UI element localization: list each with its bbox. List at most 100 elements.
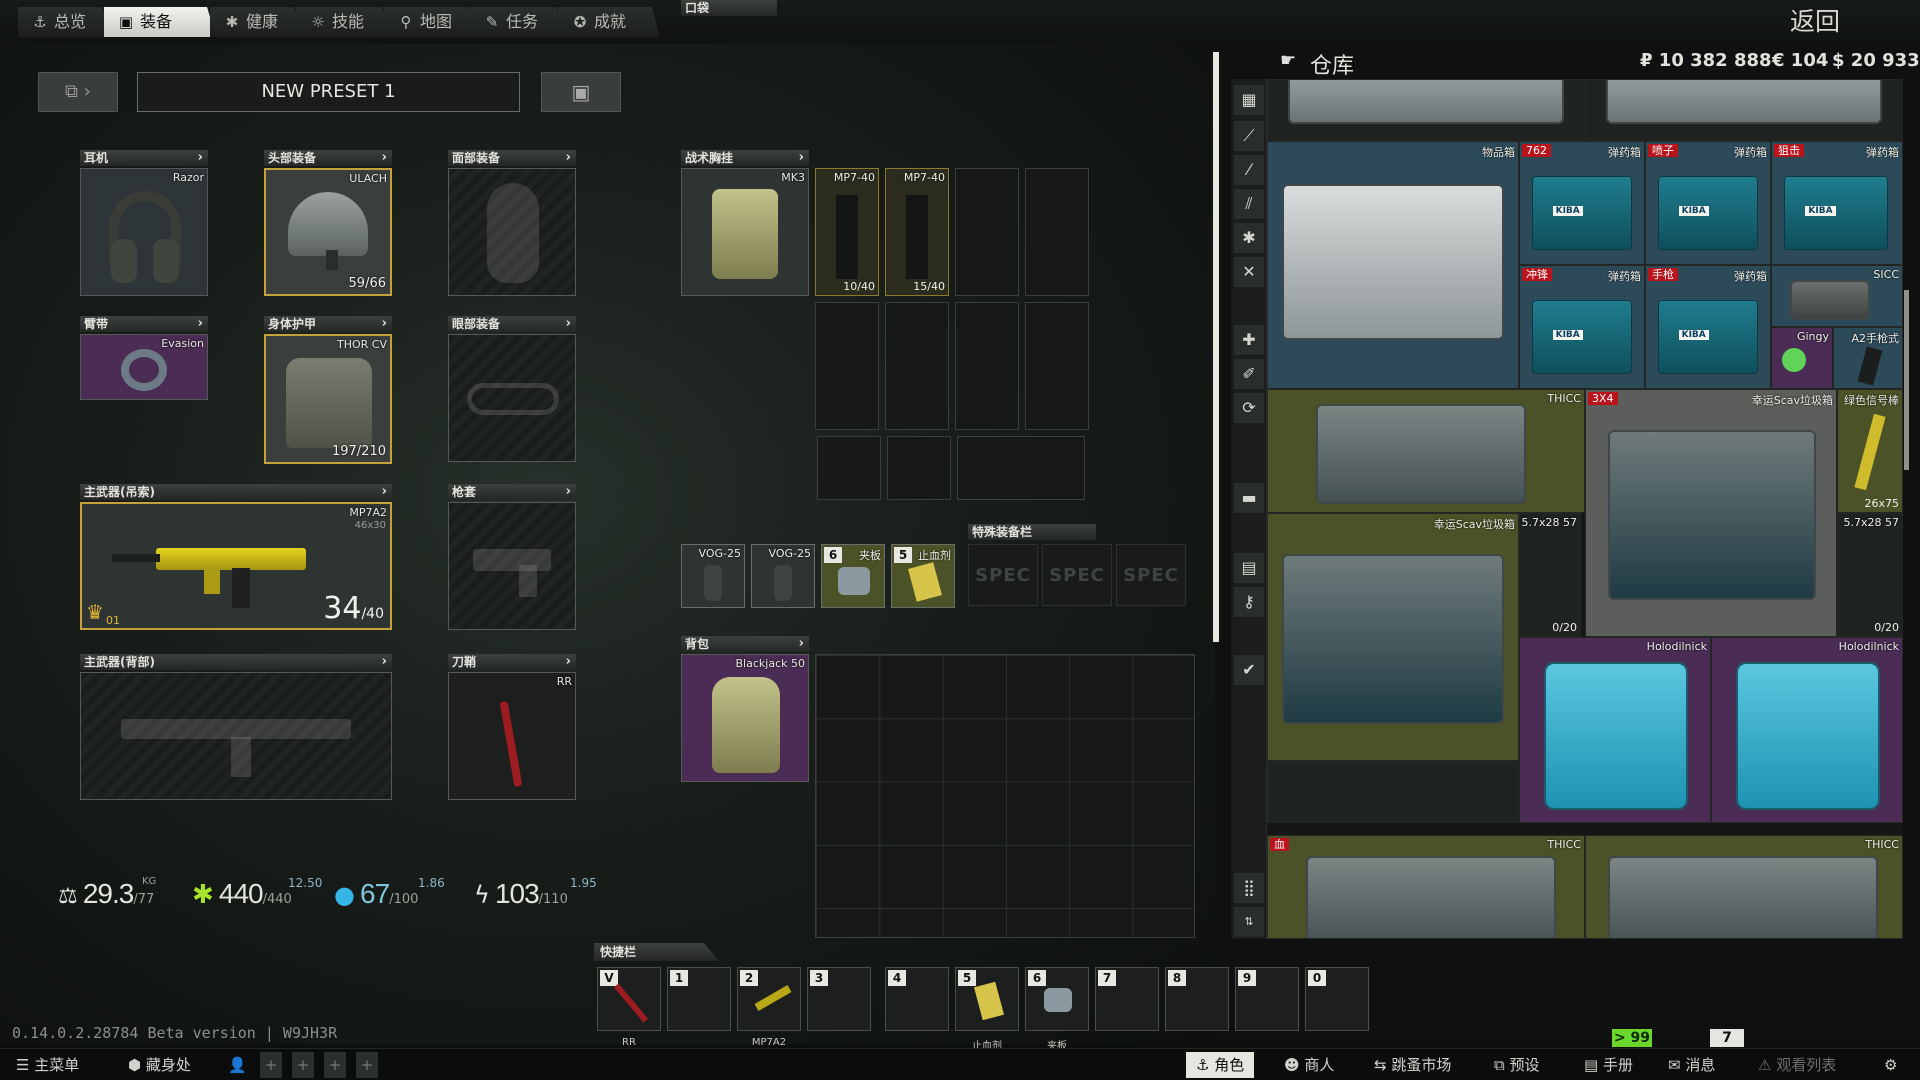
special-slot-3[interactable]: SPEC	[1116, 544, 1186, 606]
stash-item-ammo-sniper[interactable]: 狙击 弹药箱 KIBA	[1771, 141, 1903, 265]
filter-ammo-icon[interactable]: ⫽	[1234, 189, 1264, 219]
filter-weapons-icon[interactable]: ⟋	[1234, 121, 1264, 151]
stash-sort-icon[interactable]: ⇅	[1234, 907, 1264, 937]
add-member-slot[interactable]: +	[324, 1052, 346, 1078]
save-preset-button[interactable]: ▣	[541, 72, 621, 112]
stash-item-thicc-2[interactable]: 血 THICC	[1267, 835, 1585, 939]
pocket-item-vog-2[interactable]: VOG-25	[751, 544, 815, 608]
eyewear-slot[interactable]	[448, 334, 576, 462]
scabbard-header[interactable]: 刀鞘 ›	[448, 654, 576, 670]
hotbar-slot-5[interactable]: 5	[955, 967, 1019, 1031]
rig-cell[interactable]	[955, 168, 1019, 296]
armband-header[interactable]: 臂带 ›	[80, 316, 208, 332]
filter-meds-icon[interactable]: ✚	[1234, 325, 1264, 355]
preset-list-button[interactable]: ⧉ ›	[38, 72, 118, 112]
primary-back-header[interactable]: 主武器(背部) ›	[80, 654, 392, 670]
backpack-grid[interactable]	[815, 654, 1195, 938]
settings-button[interactable]: ⚙	[1884, 1052, 1897, 1078]
filter-keys-icon[interactable]: ⚷	[1234, 587, 1264, 617]
hotbar-slot-v[interactable]: V	[597, 967, 661, 1031]
stash-item-top-case-1[interactable]	[1267, 79, 1585, 141]
filter-knife-icon[interactable]: ⁄	[1234, 155, 1264, 185]
hotbar-slot-1[interactable]: 1	[667, 967, 731, 1031]
stash-item-thicc-3[interactable]: THICC	[1585, 835, 1903, 939]
eyewear-header[interactable]: 眼部装备 ›	[448, 316, 576, 332]
watchlist-button[interactable]: ⚠ 观看列表	[1758, 1052, 1836, 1078]
earpiece-slot[interactable]: Razor	[80, 168, 208, 296]
traders-button[interactable]: ☻ 商人	[1284, 1052, 1334, 1078]
rig-cell[interactable]	[815, 302, 879, 430]
stash-item-gingy[interactable]: Gingy	[1771, 327, 1833, 389]
tab-gear[interactable]: ▣ 装备	[104, 7, 216, 37]
pocket-item-hemostatic[interactable]: 5 止血剂	[891, 544, 955, 608]
rig-mag-slot-1[interactable]: MP7-40 10/40	[815, 168, 879, 296]
primary-back-slot[interactable]	[80, 672, 392, 800]
filter-food-icon[interactable]: ✐	[1234, 359, 1264, 389]
presets-button[interactable]: ⧉ 预设	[1494, 1052, 1540, 1078]
hotbar-slot-8[interactable]: 8	[1165, 967, 1229, 1031]
stash-grid-icon[interactable]: ⣿	[1234, 873, 1264, 903]
add-member-slot[interactable]: +	[260, 1052, 282, 1078]
stash-scrollbar[interactable]	[1904, 290, 1909, 470]
body-armor-slot[interactable]: THOR CV 197/210	[264, 334, 392, 464]
hotbar-slot-3[interactable]: 3	[807, 967, 871, 1031]
tab-overview[interactable]: ⚓ 总览	[18, 7, 110, 37]
headwear-header[interactable]: 头部装备 ›	[264, 150, 392, 166]
stash-item-a2-grip[interactable]: A2手枪式	[1833, 327, 1903, 389]
stash-item-green-flare[interactable]: 绿色信号棒 26x75	[1837, 389, 1903, 513]
add-member-slot[interactable]: +	[356, 1052, 378, 1078]
tab-skills[interactable]: ☼ 技能	[296, 7, 390, 37]
face-cover-slot[interactable]	[448, 168, 576, 296]
filter-quest-icon[interactable]: ✔	[1234, 655, 1264, 685]
filter-tools-icon[interactable]: ✕	[1234, 257, 1264, 287]
hotbar-slot-9[interactable]: 9	[1235, 967, 1299, 1031]
add-member-slot[interactable]: +	[292, 1052, 314, 1078]
tab-health[interactable]: ✱ 健康	[210, 7, 302, 37]
stash-item-sicc[interactable]: SICC	[1771, 265, 1903, 327]
rig-cell[interactable]	[1025, 302, 1089, 430]
stash-item-ammo-762[interactable]: 762 弹药箱 KIBA	[1519, 141, 1645, 265]
scabbard-slot[interactable]: RR	[448, 672, 576, 800]
hotbar-slot-2[interactable]: 2	[737, 967, 801, 1031]
stash-grid[interactable]: 物品箱 762 弹药箱 KIBA 喷子 弹药箱 KIBA 狙击 弹药箱 KIBA 冲锋 弹药箱…	[1267, 79, 1903, 939]
armband-slot[interactable]: Evasion	[80, 334, 208, 400]
stash-item-ammo-smg[interactable]: 冲锋 弹药箱 KIBA	[1519, 265, 1645, 389]
primary-sling-slot[interactable]: MP7A2 46x30 ♛ 01 34/40	[80, 502, 392, 630]
filter-medical-icon[interactable]: ✱	[1234, 223, 1264, 253]
special-slot-1[interactable]: SPEC	[968, 544, 1038, 606]
hotbar-slot-0[interactable]: 0	[1305, 967, 1369, 1031]
face-cover-header[interactable]: 面部装备 ›	[448, 150, 576, 166]
tab-tasks[interactable]: ✎ 任务	[470, 7, 564, 37]
rig-mag-slot-2[interactable]: MP7-40 15/40	[885, 168, 949, 296]
tab-map[interactable]: ⚲ 地图	[384, 7, 476, 37]
rig-cell[interactable]	[885, 302, 949, 430]
stash-item-holodilnick-1[interactable]: Holodilnick	[1519, 637, 1711, 823]
special-slot-2[interactable]: SPEC	[1042, 544, 1112, 606]
holster-slot[interactable]	[448, 502, 576, 630]
rig-cell[interactable]	[887, 436, 951, 500]
flea-market-button[interactable]: ⇆ 跳蚤市场	[1374, 1052, 1451, 1078]
back-button[interactable]: 返回	[1760, 4, 1870, 40]
stash-item-thicc-1[interactable]: THICC	[1267, 389, 1585, 513]
hotbar-slot-4[interactable]: 4	[885, 967, 949, 1031]
rig-cell[interactable]	[955, 302, 1019, 430]
main-menu-button[interactable]: ☰ 主菜单	[16, 1052, 79, 1078]
headwear-slot[interactable]: ULACH 59/66	[264, 168, 392, 296]
filter-all-icon[interactable]: ▦	[1234, 85, 1264, 115]
preset-name-field[interactable]: NEW PRESET 1	[137, 72, 520, 112]
stash-item-lucky-scav-1[interactable]: 3X4 幸运Scav垃圾箱	[1585, 389, 1837, 637]
rig-header[interactable]: 战术胸挂 ›	[681, 150, 809, 166]
hotbar-slot-6[interactable]: 6	[1025, 967, 1089, 1031]
stash-item-holodilnick-2[interactable]: Holodilnick	[1711, 637, 1903, 823]
messages-button[interactable]: ✉ 消息	[1668, 1052, 1715, 1078]
stash-item-ammo-pistol[interactable]: 手枪 弹药箱 KIBA	[1645, 265, 1771, 389]
stash-item-top-case-2[interactable]	[1585, 79, 1903, 141]
character-button[interactable]: ⚓ 角色	[1186, 1052, 1255, 1078]
group-member-icon[interactable]: 👤	[228, 1052, 247, 1078]
rig-cell[interactable]	[957, 436, 1085, 500]
filter-info-icon[interactable]: ▤	[1234, 553, 1264, 583]
primary-sling-header[interactable]: 主武器(吊索) ›	[80, 484, 392, 500]
stash-item-ammo-shotgun[interactable]: 喷子 弹药箱 KIBA	[1645, 141, 1771, 265]
rig-cell[interactable]	[817, 436, 881, 500]
body-armor-header[interactable]: 身体护甲 ›	[264, 316, 392, 332]
